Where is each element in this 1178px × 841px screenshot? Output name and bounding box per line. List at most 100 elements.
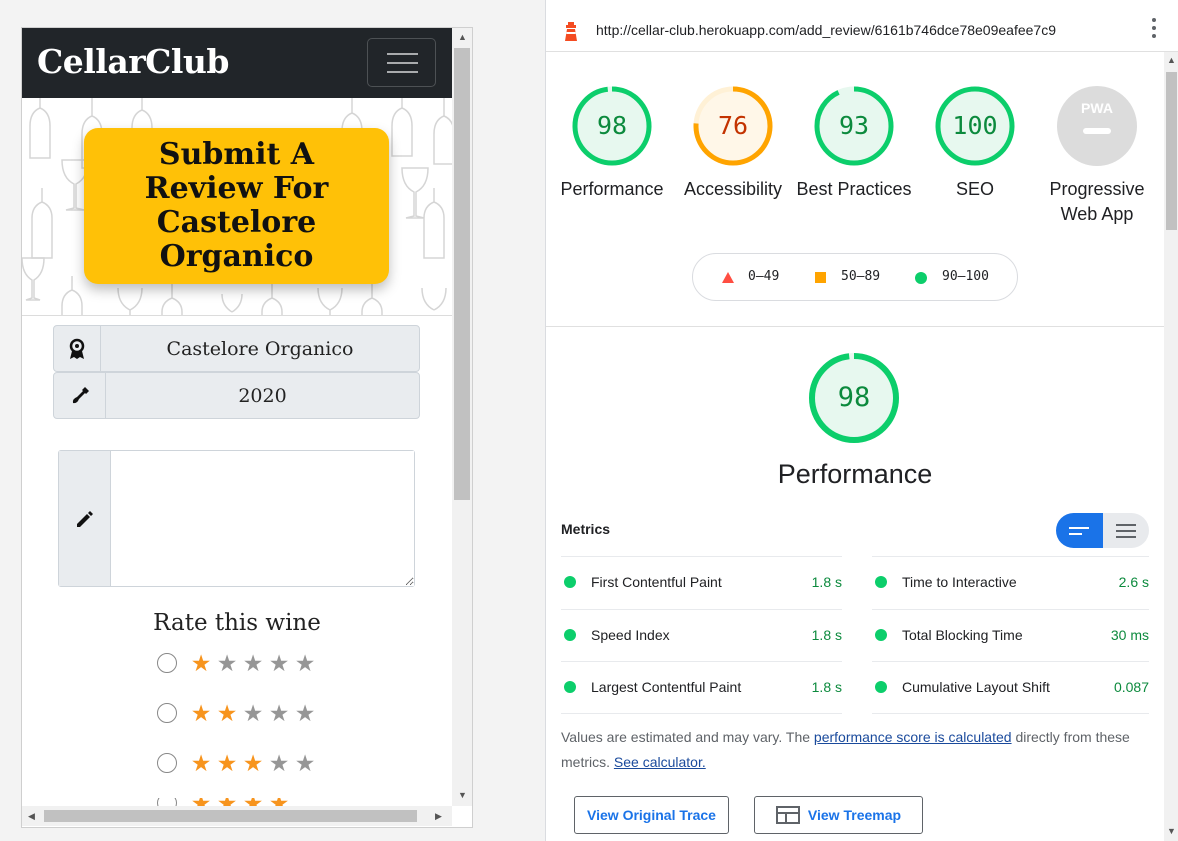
star-icon: ★	[294, 699, 316, 726]
vintage-field: 2020	[53, 372, 420, 419]
compact-view-icon[interactable]	[1056, 513, 1103, 548]
pencil-icon	[59, 451, 111, 586]
scroll-down-icon[interactable]: ▼	[458, 790, 467, 800]
brand-logo[interactable]: CellarClub	[37, 42, 229, 81]
gauge-label: Best Practices	[796, 179, 912, 199]
star-icon: ★	[216, 649, 238, 676]
star-icon: ★	[242, 649, 264, 676]
metric-name: Largest Contentful Paint	[591, 679, 742, 695]
rating-option-3[interactable]: ★ ★ ★ ★ ★	[157, 750, 318, 776]
metric-value: 1.8 s	[811, 627, 842, 643]
gauge-score: 100	[952, 111, 998, 140]
category-title: Performance	[777, 459, 933, 489]
metric-name: Cumulative Layout Shift	[902, 679, 1050, 695]
device-horizontal-scrollbar[interactable]: ◀ ▶	[22, 806, 452, 826]
rating-radio[interactable]	[157, 753, 177, 773]
scroll-up-icon[interactable]: ▲	[458, 32, 467, 42]
button-label: View Original Trace	[587, 807, 716, 823]
metric-time-to-interactive: Time to Interactive 2.6 s	[872, 556, 1149, 608]
scroll-left-icon[interactable]: ◀	[28, 811, 35, 822]
gauge-best-practices[interactable]: 93	[814, 86, 894, 166]
pass-circle-icon	[564, 576, 576, 588]
pass-circle-icon	[875, 576, 887, 588]
metric-value: 2.6 s	[1118, 574, 1149, 590]
star-icon: ★	[268, 699, 290, 726]
score-calculated-link[interactable]: performance score is calculated	[814, 729, 1012, 745]
metric-speed-index: Speed Index 1.8 s	[561, 609, 842, 661]
section-divider	[546, 326, 1164, 327]
report-vertical-scrollbar[interactable]: ▲ ▼	[1164, 52, 1178, 841]
metric-cumulative-layout-shift: Cumulative Layout Shift 0.087	[872, 661, 1149, 713]
score-legend: 0–49 50–89 90–100	[692, 253, 1018, 301]
metric-value: 1.8 s	[811, 574, 842, 590]
expanded-view-icon[interactable]	[1102, 513, 1149, 548]
note-text: Values are estimated and may vary. The	[561, 729, 814, 745]
metrics-heading: Metrics	[561, 521, 611, 537]
view-original-trace-button[interactable]: View Original Trace	[574, 796, 729, 834]
gauge-accessibility[interactable]: 76	[693, 86, 773, 166]
report-url: http://cellar-club.herokuapp.com/add_rev…	[596, 22, 1056, 38]
rating-radio[interactable]	[157, 653, 177, 673]
gauge-label: Progressive Web App	[1049, 179, 1145, 224]
scroll-right-icon[interactable]: ▶	[435, 811, 442, 822]
metrics-divider	[561, 713, 842, 714]
pass-circle-icon	[564, 681, 576, 693]
scroll-down-icon[interactable]: ▼	[1167, 826, 1176, 836]
device-vertical-scrollbar[interactable]: ▲ ▼	[452, 28, 472, 806]
legend-range: 90–100	[942, 269, 989, 284]
scrollbar-thumb[interactable]	[1166, 72, 1177, 230]
gauge-label: Performance	[560, 179, 664, 199]
gauge-seo[interactable]: 100	[935, 86, 1015, 166]
metric-total-blocking-time: Total Blocking Time 30 ms	[872, 609, 1149, 661]
performance-score-gauge: 98	[808, 352, 900, 444]
review-textarea-group	[58, 450, 415, 587]
circle-pass-icon	[915, 272, 927, 284]
star-icon: ★	[294, 649, 316, 676]
gauge-pwa[interactable]: PWA	[1057, 86, 1137, 166]
star-icon: ★	[216, 749, 238, 776]
scrollbar-thumb[interactable]	[454, 48, 470, 500]
metric-value: 0.087	[1113, 679, 1149, 695]
award-icon	[54, 326, 101, 371]
star-icon: ★	[242, 699, 264, 726]
wine-bottle-icon	[54, 373, 106, 418]
lighthouse-report-pane: http://cellar-club.herokuapp.com/add_rev…	[545, 0, 1178, 841]
star-icon: ★	[294, 749, 316, 776]
scroll-up-icon[interactable]: ▲	[1167, 55, 1176, 65]
scrollbar-thumb[interactable]	[44, 810, 417, 822]
rating-option-1[interactable]: ★ ★ ★ ★ ★	[157, 650, 318, 676]
metrics-note: Values are estimated and may vary. The p…	[561, 725, 1156, 775]
pwa-badge-text: PWA	[1081, 100, 1113, 116]
star-icon: ★	[268, 649, 290, 676]
pass-circle-icon	[875, 629, 887, 641]
star-icon: ★	[242, 749, 264, 776]
star-icon: ★	[216, 699, 238, 726]
star-icon: ★	[190, 649, 212, 676]
triangle-fail-icon	[722, 272, 734, 283]
metrics-view-toggle[interactable]	[1056, 513, 1149, 548]
device-preview-pane: CellarClub Submit A Review For Castelore…	[0, 0, 545, 841]
more-vert-icon[interactable]	[1150, 18, 1158, 42]
device-viewport: CellarClub Submit A Review For Castelore…	[21, 27, 473, 828]
navbar: CellarClub	[22, 28, 452, 98]
metric-name: Speed Index	[591, 627, 670, 643]
metric-value: 1.8 s	[811, 679, 842, 695]
see-calculator-link[interactable]: See calculator.	[614, 754, 706, 770]
review-textarea[interactable]	[111, 451, 414, 586]
square-average-icon	[815, 272, 826, 283]
metric-largest-contentful-paint: Largest Contentful Paint 1.8 s	[561, 661, 842, 713]
pass-circle-icon	[875, 681, 887, 693]
star-icon: ★	[268, 749, 290, 776]
legend-range: 50–89	[841, 269, 881, 284]
gauge-performance[interactable]: 98	[572, 86, 652, 166]
hero-title-card: Submit A Review For Castelore Organico	[84, 128, 389, 284]
rating-option-2[interactable]: ★ ★ ★ ★ ★	[157, 700, 318, 726]
star-icon: ★	[190, 699, 212, 726]
hamburger-menu-button[interactable]	[367, 38, 436, 87]
metrics-divider	[872, 713, 1149, 714]
metric-value: 30 ms	[1110, 627, 1149, 643]
hero-banner: Submit A Review For Castelore Organico	[22, 98, 452, 316]
rating-radio[interactable]	[157, 703, 177, 723]
wine-name-field: Castelore Organico	[53, 325, 420, 372]
view-treemap-button[interactable]: View Treemap	[754, 796, 923, 834]
